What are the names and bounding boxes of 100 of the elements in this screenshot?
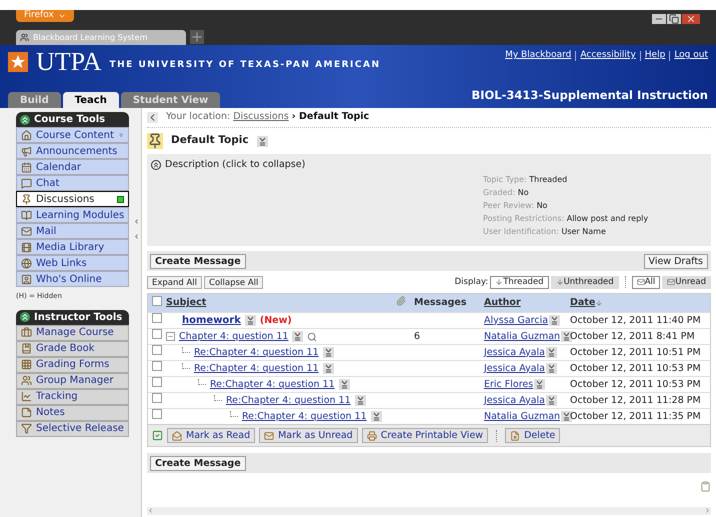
collapse-icon[interactable]: [20, 114, 30, 124]
breadcrumb-link[interactable]: Discussions: [233, 111, 289, 122]
author-link[interactable]: Jessica Ayala: [484, 394, 546, 408]
menu-icon[interactable]: [322, 347, 334, 358]
collapse-thread-icon[interactable]: [166, 332, 175, 342]
sidebar-item[interactable]: Manage Course: [16, 324, 129, 340]
action-button[interactable]: Mark as Unread: [259, 428, 358, 444]
column-header[interactable]: Subject: [166, 296, 206, 310]
minimize-icon[interactable]: [652, 14, 666, 24]
restore-icon[interactable]: [667, 14, 681, 24]
expand-icon[interactable]: [118, 130, 124, 140]
close-icon[interactable]: [682, 14, 700, 24]
sidebar-item[interactable]: Calendar: [16, 159, 129, 175]
menu-icon[interactable]: [561, 331, 572, 342]
column-header[interactable]: Date: [570, 296, 596, 310]
scroll-left-icon[interactable]: [147, 507, 154, 514]
new-tab-icon[interactable]: [190, 30, 204, 44]
author-link[interactable]: Alyssa Garcia: [484, 314, 548, 328]
checkbox[interactable]: [152, 377, 162, 388]
menu-icon[interactable]: [370, 411, 382, 422]
sidebar-item[interactable]: Chat: [16, 175, 129, 191]
sidebar-item[interactable]: Grading Forms: [16, 356, 129, 372]
menu-icon[interactable]: [534, 379, 546, 390]
sidebar-item[interactable]: Who's Online: [16, 271, 129, 287]
display-option[interactable]: Unthreaded: [550, 276, 619, 289]
message-subject-link[interactable]: Re:Chapter 4: question 11: [194, 362, 319, 376]
message-subject-link[interactable]: Re:Chapter 4: question 11: [194, 346, 319, 360]
checkbox[interactable]: [152, 296, 162, 306]
message-date: October 12, 2011 10:53 PM: [570, 362, 702, 376]
sidebar-item[interactable]: Learning Modules: [16, 207, 129, 223]
menu-icon[interactable]: [244, 315, 256, 326]
author-link[interactable]: Eric Flores: [484, 378, 534, 392]
collapse-icon[interactable]: [151, 160, 161, 170]
column-header[interactable]: Author: [484, 296, 570, 310]
sidebar-item[interactable]: Notes: [16, 404, 129, 420]
nav-tab[interactable]: Teach: [62, 92, 119, 108]
checkbox[interactable]: [152, 409, 162, 420]
checkbox[interactable]: [152, 393, 162, 404]
scroll-right-icon[interactable]: [704, 507, 711, 514]
filter-option[interactable]: Unread: [662, 276, 711, 289]
sidebar-item[interactable]: Web Links: [16, 255, 129, 271]
author-link[interactable]: Jessica Ayala: [484, 346, 546, 360]
header-link[interactable]: Accessibility: [580, 49, 636, 62]
action-button[interactable]: Mark as Read: [167, 428, 256, 444]
message-date: October 12, 2011 11:40 PM: [570, 314, 702, 328]
clipboard-icon[interactable]: [700, 481, 711, 492]
back-icon[interactable]: [147, 112, 158, 123]
message-date: October 12, 2011 11:35 PM: [570, 410, 702, 424]
menu-icon[interactable]: [292, 331, 304, 342]
message-subject-link[interactable]: Re:Chapter 4: question 11: [226, 394, 351, 408]
sidebar-item[interactable]: Media Library: [16, 239, 129, 255]
view-drafts-button[interactable]: View Drafts: [644, 254, 708, 269]
menu-icon[interactable]: [338, 379, 350, 390]
create-message-button[interactable]: Create Message: [150, 456, 246, 471]
author-link[interactable]: Jessica Ayala: [484, 362, 546, 376]
description-toggle[interactable]: Description (click to collapse): [165, 158, 306, 172]
header-link[interactable]: My Blackboard: [505, 49, 572, 62]
menu-icon[interactable]: [549, 315, 560, 326]
course-title: BIOL-3413-Supplemental Instruction: [471, 86, 708, 104]
expand-all-button[interactable]: Expand All: [147, 276, 202, 289]
menu-icon[interactable]: [546, 395, 558, 406]
menu-icon[interactable]: [322, 363, 334, 374]
filter-option[interactable]: All: [632, 276, 660, 289]
topic-property: Topic Type: Threaded: [483, 174, 568, 186]
sidebar-item[interactable]: Announcements: [16, 143, 129, 159]
collapse-icon[interactable]: [20, 312, 30, 322]
checkbox[interactable]: [152, 313, 162, 324]
checkbox[interactable]: [152, 329, 162, 340]
author-link[interactable]: Natalia Guzman: [484, 330, 560, 344]
sidebar-item[interactable]: Grade Book: [16, 340, 129, 356]
new-label: (New): [260, 314, 292, 328]
sidebar-item[interactable]: Discussions: [16, 191, 129, 207]
sidebar-item[interactable]: Mail: [16, 223, 129, 239]
panel-title: Course Tools: [34, 113, 106, 127]
collapse-all-button[interactable]: Collapse All: [204, 276, 264, 289]
checkbox[interactable]: [152, 345, 162, 356]
menu-icon[interactable]: [561, 411, 572, 422]
menu-icon[interactable]: [354, 395, 366, 406]
menu-icon[interactable]: [546, 363, 558, 374]
header-link[interactable]: Help: [644, 49, 666, 62]
sidebar-item[interactable]: Group Manager: [16, 372, 129, 388]
message-subject-link[interactable]: Chapter 4: question 11: [179, 330, 288, 344]
tool-icon: [21, 391, 32, 402]
message-subject-link[interactable]: homework: [182, 313, 241, 328]
menu-icon[interactable]: [256, 136, 268, 146]
sidebar-item[interactable]: Course Content: [16, 127, 129, 143]
message-subject-link[interactable]: Re:Chapter 4: question 11: [242, 410, 367, 424]
author-link[interactable]: Natalia Guzman: [484, 410, 560, 424]
header-link[interactable]: Log out: [674, 49, 708, 62]
display-option[interactable]: Threaded: [490, 276, 549, 289]
zoom-icon[interactable]: [307, 332, 318, 342]
sidebar-item[interactable]: Selective Release: [16, 420, 129, 436]
sidebar-item[interactable]: Tracking: [16, 388, 129, 404]
checkbox[interactable]: [152, 361, 162, 372]
menu-icon[interactable]: [546, 347, 558, 358]
create-message-button[interactable]: Create Message: [150, 254, 246, 269]
action-button[interactable]: Delete: [505, 428, 560, 444]
message-subject-link[interactable]: Re:Chapter 4: question 11: [210, 378, 335, 392]
action-button[interactable]: Create Printable View: [362, 428, 488, 444]
tool-icon: [21, 210, 32, 220]
